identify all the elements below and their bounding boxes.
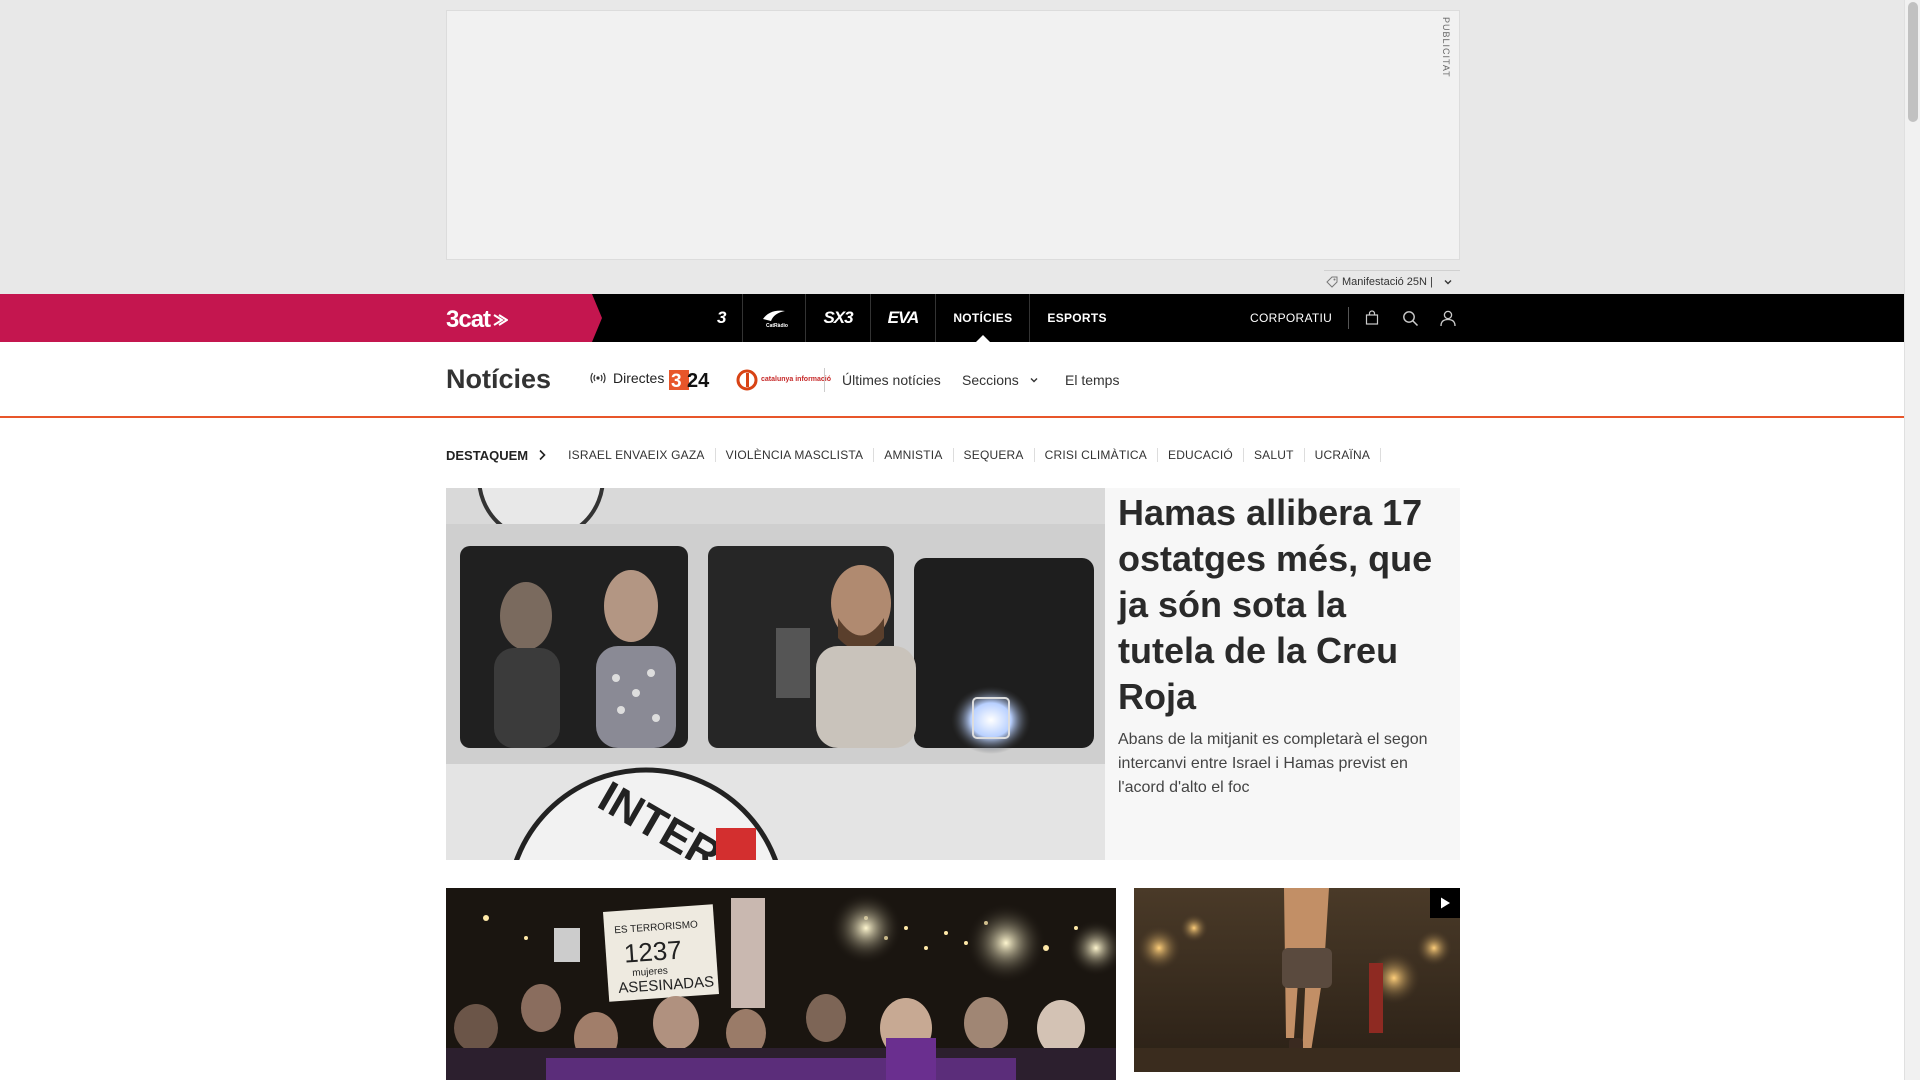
eva-logo-icon: EVA — [887, 308, 920, 327]
shop-button[interactable] — [1353, 294, 1391, 342]
tag-text: Manifestació 25N | — [1342, 275, 1433, 288]
channel-noticies[interactable]: NOTÍCIES — [936, 294, 1031, 342]
esports-label: ESPORTS — [1047, 311, 1107, 325]
noticies-label: NOTÍCIES — [953, 311, 1013, 325]
highlight-item[interactable]: SALUT — [1244, 448, 1305, 462]
channel-tv3[interactable]: 3 — [700, 294, 744, 342]
chevron-right-icon — [539, 449, 546, 461]
user-button[interactable] — [1429, 294, 1467, 342]
tag-selector[interactable]: Manifestació 25N | — [1324, 270, 1460, 292]
sx3-logo-icon: SX3 — [823, 308, 853, 327]
highlights-title[interactable]: DESTAQUEM — [446, 448, 546, 463]
highlights-label: DESTAQUEM — [446, 447, 529, 463]
shopping-bag-icon — [1366, 310, 1379, 325]
brand-logo[interactable]: 3cat — [446, 306, 509, 334]
play-icon — [1441, 897, 1450, 909]
page-scrollbar[interactable] — [1904, 0, 1920, 1080]
highlight-item[interactable]: SEQUERA — [954, 448, 1035, 462]
highlight-item[interactable]: ISRAEL ENVAEIX GAZA — [558, 448, 716, 462]
ad-zone: PUBLICITAT Manifestació 25N | — [0, 0, 1904, 294]
broadcast-icon — [590, 372, 606, 384]
svg-text:CatRàdio: CatRàdio — [766, 323, 788, 329]
channel-list: 3 CatRàdio SX3 EVA NOTÍCIES ESPORTS — [700, 294, 1124, 342]
user-icon — [1440, 310, 1456, 327]
chevron-down-icon — [1444, 279, 1452, 284]
main-story[interactable]: INTERNAT Hamas allibera 17 ostatges més,… — [446, 488, 1460, 860]
sections-dropdown[interactable]: Seccions — [962, 372, 1039, 388]
right-navigation: CORPORATIU — [1250, 294, 1467, 342]
channel-esports[interactable]: ESPORTS — [1030, 294, 1123, 342]
highlights-bar: DESTAQUEM ISRAEL ENVAEIX GAZA VIOLÈNCIA … — [446, 444, 1382, 466]
channel-eva[interactable]: EVA — [871, 294, 937, 342]
main-headline[interactable]: Hamas allibera 17 ostatges més, que ja s… — [1118, 490, 1448, 720]
catalunya-informacio-icon — [736, 369, 758, 391]
highlight-item[interactable]: VIOLÈNCIA MASCLISTA — [716, 448, 875, 462]
brand-name: 3cat — [446, 306, 491, 333]
tv3-logo-icon: 3 — [717, 308, 727, 327]
highlight-item[interactable]: CRISI CLIMÀTICA — [1035, 448, 1158, 462]
svg-text:1237: 1237 — [623, 935, 683, 969]
highlight-item[interactable]: UCRAÏNA — [1305, 448, 1382, 462]
main-lead: Abans de la mitjanit es completarà el se… — [1118, 731, 1428, 796]
chevron-down-icon — [1030, 378, 1038, 383]
ad-label: PUBLICITAT — [1441, 17, 1451, 78]
header-divider — [824, 368, 825, 392]
live-button[interactable]: Directes — [590, 370, 664, 386]
top-navigation: 3cat 3 CatRàdio SX3 EVA NOTÍCIES ESPORTS… — [0, 294, 1904, 342]
latest-news-link[interactable]: Últimes notícies — [842, 372, 941, 388]
highlight-item[interactable]: AMNISTIA — [874, 448, 954, 462]
svg-text:24: 24 — [687, 370, 710, 391]
brand-arrow-icon — [493, 314, 509, 326]
red-cross-vehicle-image: INTERNAT — [446, 488, 1105, 860]
live-label: Directes — [613, 370, 665, 386]
ad-banner[interactable]: PUBLICITAT — [446, 10, 1460, 260]
street-night-image — [1134, 888, 1460, 1072]
video-story-image[interactable] — [1134, 888, 1460, 1072]
corporate-link[interactable]: CORPORATIU — [1250, 307, 1350, 329]
main-story-image[interactable]: INTERNAT — [446, 488, 1105, 860]
catalunya-informacio-logo[interactable]: catalunya informació — [736, 369, 831, 391]
scrollbar-thumb[interactable] — [1908, 2, 1918, 122]
logo-324-icon: 3 24 — [669, 370, 710, 391]
highlight-item[interactable]: EDUCACIÓ — [1158, 448, 1244, 462]
brand-block — [0, 294, 602, 342]
channel-324-logo[interactable]: 3 24 — [669, 369, 723, 391]
protest-image: ES TERRORISMO 1237 mujeres ASESINADAS — [446, 888, 1116, 1080]
svg-text:3: 3 — [671, 371, 682, 391]
search-button[interactable] — [1391, 294, 1429, 342]
sections-label: Seccions — [962, 372, 1019, 388]
main-story-text: Hamas allibera 17 ostatges més, que ja s… — [1118, 490, 1448, 800]
section-header: Notícies Directes 3 24 catalunya informac… — [0, 342, 1904, 418]
play-button[interactable] — [1430, 888, 1460, 918]
weather-link[interactable]: El temps — [1065, 372, 1119, 388]
tag-icon — [1326, 276, 1338, 288]
catradio-logo-icon: CatRàdio — [763, 310, 788, 329]
channel-catradio[interactable]: CatRàdio — [743, 294, 807, 342]
catalunya-informacio-text: catalunya informació — [761, 376, 832, 383]
search-icon — [1402, 310, 1418, 326]
channel-sx3[interactable]: SX3 — [806, 294, 871, 342]
section-title[interactable]: Notícies — [446, 364, 551, 395]
protest-story-image[interactable]: ES TERRORISMO 1237 mujeres ASESINADAS — [446, 888, 1116, 1080]
